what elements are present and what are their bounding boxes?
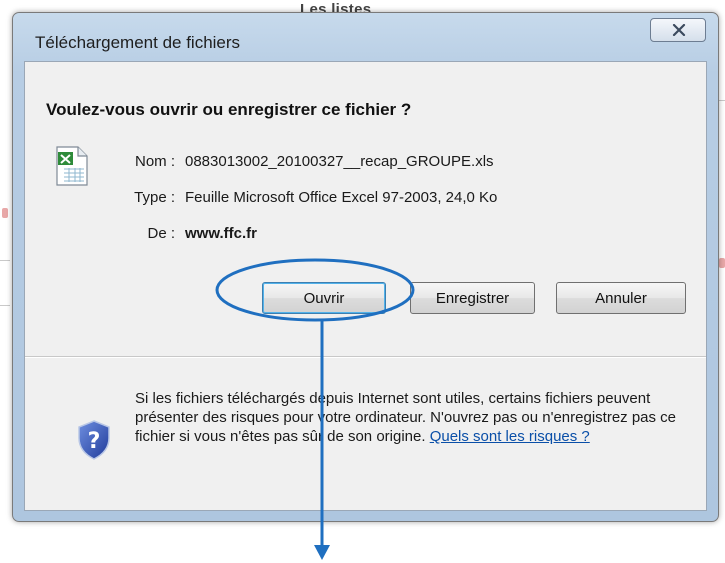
- dialog-question: Voulez-vous ouvrir ou enregistrer ce fic…: [46, 100, 412, 119]
- close-button[interactable]: [650, 18, 706, 42]
- background-mark: [2, 208, 8, 218]
- file-source-label: De :: [147, 225, 175, 242]
- separator: [25, 356, 706, 358]
- background-mark: [719, 258, 725, 268]
- open-button[interactable]: Ouvrir: [262, 282, 386, 314]
- file-source-value: www.ffc.fr: [185, 225, 257, 242]
- warning-message: Si les fichiers téléchargés depuis Inter…: [135, 390, 677, 445]
- risks-link[interactable]: Quels sont les risques ?: [430, 428, 590, 445]
- dialog-body: Voulez-vous ouvrir ou enregistrer ce fic…: [24, 61, 707, 511]
- svg-text:?: ?: [88, 429, 101, 454]
- save-button[interactable]: Enregistrer: [410, 282, 535, 314]
- file-type-value: Feuille Microsoft Office Excel 97-2003, …: [185, 189, 498, 206]
- shield-question-icon: ?: [78, 420, 110, 460]
- file-name-value: 0883013002_20100327__recap_GROUPE.xls: [185, 153, 494, 170]
- download-dialog: Téléchargement de fichiers Voulez-vous o…: [12, 12, 719, 522]
- cancel-button[interactable]: Annuler: [556, 282, 686, 314]
- file-name-label: Nom :: [134, 153, 175, 170]
- warning-text: Si les fichiers téléchargés depuis Inter…: [135, 389, 695, 446]
- background-divider: [0, 260, 10, 261]
- title-bar[interactable]: Téléchargement de fichiers: [13, 13, 718, 61]
- file-type-label: Type :: [134, 189, 175, 206]
- close-icon: [672, 24, 686, 36]
- background-divider: [718, 100, 725, 101]
- dialog-title: Téléchargement de fichiers: [35, 33, 241, 52]
- background-divider: [0, 305, 10, 306]
